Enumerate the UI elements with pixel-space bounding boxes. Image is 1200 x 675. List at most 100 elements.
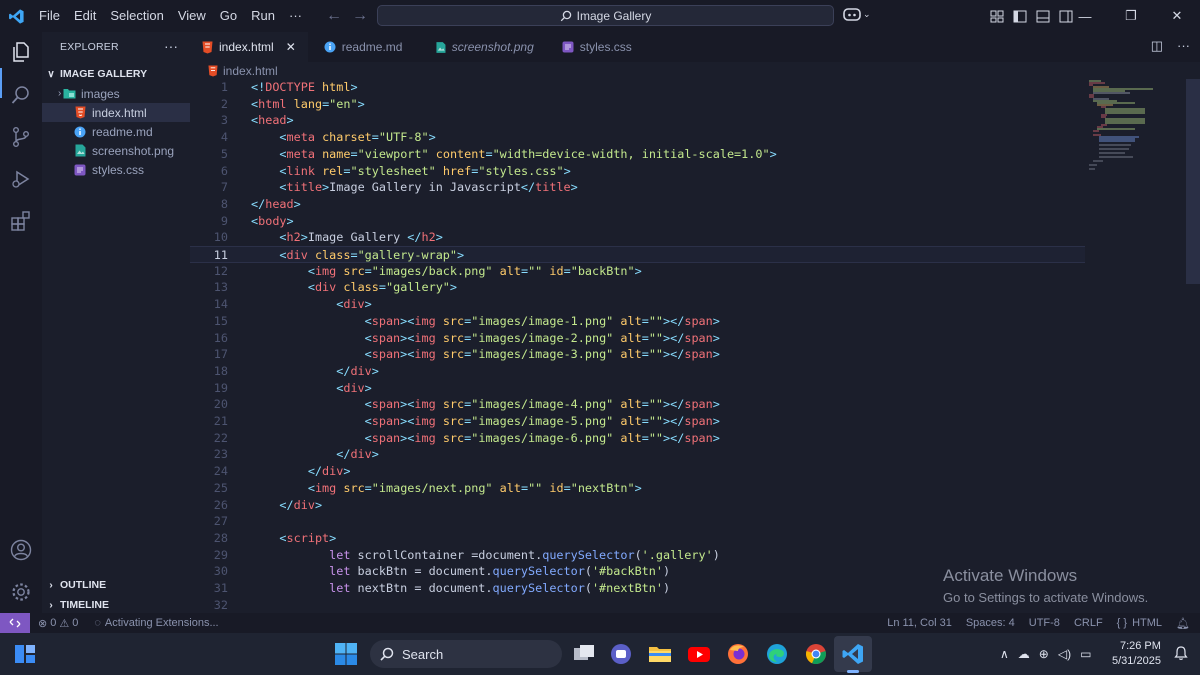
line-ending[interactable]: CRLF	[1074, 617, 1103, 629]
search-icon[interactable]	[9, 83, 33, 107]
code-line[interactable]: 14 <div>	[190, 296, 1085, 313]
edge-icon[interactable]	[765, 642, 789, 666]
more-actions-icon[interactable]: ···	[1177, 38, 1190, 54]
menu-item[interactable]: View	[171, 0, 213, 32]
command-center-search[interactable]: Image Gallery	[377, 5, 834, 26]
extensions-icon[interactable]	[9, 209, 33, 233]
timeline-section[interactable]: › TIMELINE	[42, 595, 190, 615]
language-mode[interactable]: { } HTML	[1117, 617, 1162, 629]
more-actions-icon[interactable]: ···	[164, 38, 178, 54]
clock[interactable]: 7:26 PM 5/31/2025	[1112, 639, 1161, 669]
code-line[interactable]: 6 <link rel="stylesheet" href="styles.cs…	[190, 163, 1085, 180]
youtube-icon[interactable]	[687, 642, 711, 666]
code-line[interactable]: 12 <img src="images/back.png" alt="" id=…	[190, 263, 1085, 280]
code-line[interactable]: 21 <span><img src="images/image-5.png" a…	[190, 413, 1085, 430]
tab-screenshot[interactable]: screenshot.png	[420, 32, 546, 62]
tree-item-index-html[interactable]: index.html	[42, 103, 190, 122]
notifications-bell-icon[interactable]: 🔔︎	[1176, 617, 1190, 630]
code-line[interactable]: 13 <div class="gallery">	[190, 279, 1085, 296]
menu-item[interactable]: Selection	[103, 0, 170, 32]
tree-item-images[interactable]: › images	[42, 84, 190, 103]
language-globe-icon[interactable]: ⊕	[1039, 647, 1049, 661]
chrome-icon[interactable]	[804, 642, 828, 666]
code-line[interactable]: 15 <span><img src="images/image-1.png" a…	[190, 313, 1085, 330]
code-line[interactable]: 27	[190, 513, 1085, 530]
tree-item-readme[interactable]: readme.md	[42, 122, 190, 141]
restore-icon[interactable]: ❐	[1108, 8, 1154, 24]
outline-section[interactable]: › OUTLINE	[42, 575, 190, 595]
widgets-icon[interactable]	[14, 643, 36, 670]
minimap[interactable]	[1085, 79, 1185, 179]
menu-item[interactable]: Run	[244, 0, 282, 32]
run-debug-icon[interactable]	[9, 167, 33, 191]
code-line[interactable]: 16 <span><img src="images/image-2.png" a…	[190, 330, 1085, 347]
tree-item-styles[interactable]: styles.css	[42, 160, 190, 179]
menu-item[interactable]: File	[32, 0, 67, 32]
teams-chat-icon[interactable]	[609, 642, 633, 666]
encoding[interactable]: UTF-8	[1029, 617, 1060, 629]
tab-styles[interactable]: styles.css	[546, 32, 644, 62]
minimize-icon[interactable]: —	[1062, 9, 1108, 24]
tree-item-screenshot[interactable]: screenshot.png	[42, 141, 190, 160]
code-line[interactable]: 4 <meta charset="UTF-8">	[190, 129, 1085, 146]
menu-item[interactable]: Edit	[67, 0, 103, 32]
code-line[interactable]: 8 </head>	[190, 196, 1085, 213]
workspace-folder[interactable]: ∨ IMAGE GALLERY	[42, 64, 190, 84]
file-explorer-icon[interactable]	[648, 642, 672, 666]
taskbar-search[interactable]: Search	[370, 640, 562, 668]
menu-item[interactable]: ···	[282, 0, 309, 32]
code-line[interactable]: 7 <title>Image Gallery in Javascript</ti…	[190, 179, 1085, 196]
code-line[interactable]: 5 <meta name="viewport" content="width=d…	[190, 146, 1085, 163]
activity-indicator[interactable]: ◌ Activating Extensions...	[94, 617, 218, 629]
code-editor[interactable]: 1 <!DOCTYPE html> 2 <html lang="en"> 3 <head>…	[190, 79, 1085, 613]
code-line[interactable]: 25 <img src="images/next.png" alt="" id=…	[190, 480, 1085, 497]
battery-icon[interactable]: ▭	[1080, 647, 1091, 661]
back-arrow-icon[interactable]: ←	[326, 7, 342, 25]
scrollbar-thumb[interactable]	[1186, 79, 1200, 284]
code-line[interactable]: 22 <span><img src="images/image-6.png" a…	[190, 430, 1085, 447]
explorer-icon[interactable]	[9, 40, 33, 64]
menu-item[interactable]: Go	[213, 0, 244, 32]
task-view-icon[interactable]	[572, 642, 596, 666]
start-button-icon[interactable]	[334, 642, 358, 671]
cursor-position[interactable]: Ln 11, Col 31	[887, 617, 952, 629]
copilot-button[interactable]: ⌄	[843, 6, 871, 22]
code-line[interactable]: 29 let scrollContainer =document.querySe…	[190, 547, 1085, 564]
split-editor-icon[interactable]: ◫	[1151, 38, 1163, 54]
code-line[interactable]: 9 <body>	[190, 213, 1085, 230]
code-line[interactable]: 20 <span><img src="images/image-4.png" a…	[190, 396, 1085, 413]
code-line[interactable]: 26 </div>	[190, 497, 1085, 514]
code-line[interactable]: 3 <head>	[190, 112, 1085, 129]
remote-indicator-icon[interactable]	[0, 613, 30, 633]
toggle-panel-icon[interactable]	[1036, 10, 1050, 23]
chevron-up-icon[interactable]: ∧	[1000, 647, 1009, 661]
code-line[interactable]: 10 <h2>Image Gallery </h2>	[190, 229, 1085, 246]
source-control-icon[interactable]	[9, 125, 33, 149]
notification-bell-icon[interactable]	[1174, 646, 1188, 666]
indentation[interactable]: Spaces: 4	[966, 617, 1015, 629]
accounts-icon[interactable]	[9, 538, 33, 562]
toggle-sidebar-icon[interactable]	[1013, 10, 1027, 23]
code-line[interactable]: 2 <html lang="en">	[190, 96, 1085, 113]
code-line[interactable]: 17 <span><img src="images/image-3.png" a…	[190, 346, 1085, 363]
forward-arrow-icon[interactable]: →	[352, 7, 368, 25]
code-line[interactable]: 19 <div>	[190, 380, 1085, 397]
problems-indicator[interactable]: ⊗ 0 ⚠ 0	[38, 617, 78, 630]
code-line[interactable]: 11 <div class="gallery-wrap">	[190, 246, 1085, 263]
settings-gear-icon[interactable]	[9, 580, 33, 604]
code-line[interactable]: 23 </div>	[190, 446, 1085, 463]
vscode-taskbar-icon[interactable]	[841, 642, 865, 666]
code-line[interactable]: 18 </div>	[190, 363, 1085, 380]
close-icon[interactable]: ✕	[1154, 8, 1200, 24]
customize-layout-icon[interactable]	[990, 10, 1004, 23]
code-line[interactable]: 24 </div>	[190, 463, 1085, 480]
close-icon[interactable]: ✕	[286, 40, 296, 54]
breadcrumb-item[interactable]: index.html	[223, 64, 278, 78]
code-line[interactable]: 1 <!DOCTYPE html>	[190, 79, 1085, 96]
code-line[interactable]: 28 <script>	[190, 530, 1085, 547]
tab-index-html[interactable]: index.html ✕	[190, 32, 308, 62]
firefox-icon[interactable]	[726, 642, 750, 666]
onedrive-icon[interactable]: ☁︎	[1018, 647, 1030, 661]
tab-readme[interactable]: readme.md	[308, 32, 420, 62]
volume-icon[interactable]: ◁)	[1058, 647, 1071, 661]
